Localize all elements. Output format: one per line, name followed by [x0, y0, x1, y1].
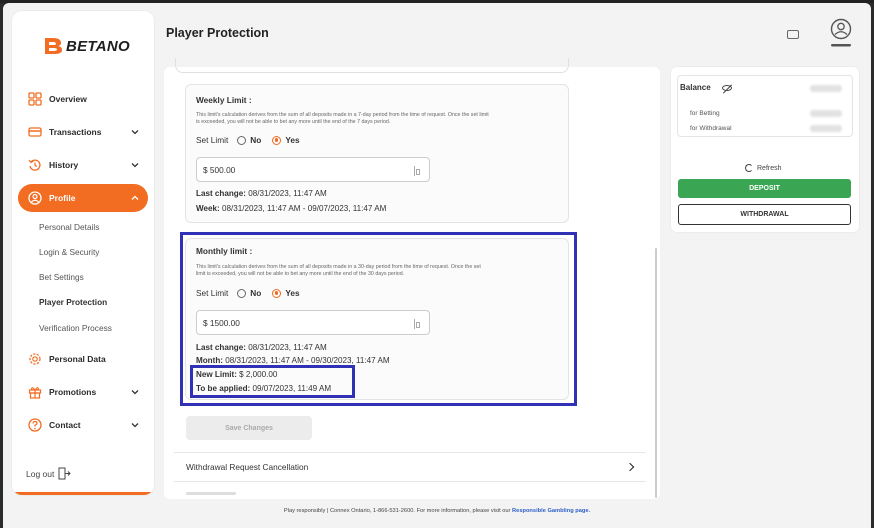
refresh-button[interactable]: Refresh [745, 164, 782, 172]
sidebar-item-contact[interactable]: Contact [18, 411, 148, 439]
footer-text: Play responsibly | Connex Ontario, 1-866… [283, 508, 513, 514]
for-withdrawal-label: for Withdrawal [690, 125, 732, 132]
label: Week: [196, 204, 220, 213]
weekly-desc-line: This limit's calculation derives from th… [196, 112, 489, 118]
sidebar-item-label: Profile [49, 193, 76, 203]
chevron-right-icon [625, 462, 635, 472]
main-scrollbar[interactable] [655, 248, 657, 498]
amount-stepper-icon[interactable] [414, 166, 420, 176]
for-betting-label: for Betting [690, 110, 720, 117]
chevron-up-icon [131, 195, 139, 200]
weekly-limit-input[interactable]: $ 500.00 [196, 157, 430, 182]
previous-card-edge [175, 58, 569, 73]
radio-label: No [250, 135, 262, 145]
footer: Play responsibly | Connex Ontario, 1-866… [0, 508, 874, 514]
weekly-limit-value: $ 500.00 [203, 164, 236, 175]
refresh-label: Refresh [757, 164, 782, 172]
sidebar-sub-bet-settings[interactable]: Bet Settings [39, 272, 84, 282]
next-row-partial [186, 492, 236, 495]
annotation-box-inner [190, 365, 355, 398]
label: Last change: [196, 189, 246, 198]
logout-icon [58, 467, 72, 480]
balance-amount-hidden [810, 85, 842, 92]
set-limit-label: Set Limit [196, 135, 229, 145]
betano-logo-icon [45, 38, 62, 54]
user-circle-icon [28, 191, 42, 205]
weekly-limit-description: This limit's calculation derives from th… [196, 112, 489, 126]
withdrawal-request-cancellation-row[interactable]: Withdrawal Request Cancellation [174, 452, 646, 482]
brand-name: BETANO [66, 37, 131, 55]
mail-icon[interactable] [787, 30, 799, 39]
gift-icon [28, 387, 42, 399]
grid-icon [28, 92, 42, 106]
weekly-limit-title: Weekly Limit : [196, 95, 252, 105]
weekly-period: Week: 08/31/2023, 11:47 AM - 09/07/2023,… [196, 204, 386, 213]
logout-link[interactable]: Log out [26, 467, 72, 480]
chevron-down-icon [131, 390, 139, 395]
sidebar-item-label: Transactions [49, 127, 102, 137]
help-circle-icon [28, 418, 42, 432]
refresh-icon [745, 164, 753, 172]
deposit-button[interactable]: DEPOSIT [678, 179, 851, 198]
sidebar-sub-player-protection[interactable]: Player Protection [39, 297, 107, 307]
logout-label: Log out [26, 468, 55, 479]
sidebar-sub-verification-process[interactable]: Verification Process [39, 323, 112, 333]
sidebar-item-promotions[interactable]: Promotions [18, 378, 148, 406]
save-changes-button[interactable]: Save Changes [186, 416, 312, 440]
sidebar-accent-bar [12, 492, 154, 495]
radio-label: Yes [285, 135, 300, 145]
sidebar-item-label: History [49, 160, 79, 170]
gear-icon [29, 353, 41, 365]
chevron-down-icon [131, 423, 139, 428]
weekly-desc-line: is exceeded, you will not be able to bet… [196, 119, 391, 125]
betting-amount-hidden [810, 110, 842, 117]
sidebar-item-label: Promotions [49, 387, 97, 397]
sidebar-sub-personal-details[interactable]: Personal Details [39, 222, 99, 232]
page-title: Player Protection [166, 26, 269, 40]
balance-title: Balance [680, 83, 711, 92]
sidebar-item-overview[interactable]: Overview [18, 85, 148, 113]
row-label: Withdrawal Request Cancellation [186, 462, 309, 472]
history-icon [28, 159, 41, 171]
sidebar-item-history[interactable]: History [18, 151, 148, 179]
betano-logo[interactable]: BETANO [42, 36, 130, 56]
sidebar-item-label: Personal Data [49, 354, 106, 364]
weekly-radio-no[interactable]: No [237, 135, 261, 145]
value: 08/31/2023, 11:47 AM - 09/07/2023, 11:47… [221, 204, 387, 213]
sidebar-item-label: Contact [49, 420, 81, 430]
chevron-down-icon [131, 163, 139, 168]
radio-on-icon [272, 135, 282, 145]
withdrawal-button[interactable]: WITHDRAWAL [678, 204, 851, 225]
eye-off-icon[interactable] [722, 85, 732, 91]
responsible-gambling-link[interactable]: Responsible Gambling page. [512, 508, 590, 514]
weekly-last-change: Last change: 08/31/2023, 11:47 AM [196, 189, 327, 198]
sidebar: BETANO Overview Transactions History Pro… [12, 11, 154, 495]
sidebar-item-transactions[interactable]: Transactions [18, 118, 148, 146]
chevron-down-icon [131, 130, 139, 135]
weekly-radio-yes[interactable]: Yes [272, 135, 300, 145]
radio-off-icon [237, 135, 247, 145]
sidebar-item-personal-data[interactable]: Personal Data [18, 345, 148, 373]
weekly-set-limit-row: Set Limit No Yes [196, 135, 311, 145]
value: 08/31/2023, 11:47 AM [248, 189, 327, 198]
sidebar-item-profile[interactable]: Profile [18, 184, 148, 212]
sidebar-item-label: Overview [49, 94, 87, 104]
sidebar-sub-login-security[interactable]: Login & Security [39, 247, 99, 257]
credit-card-icon [28, 127, 42, 137]
withdrawal-amount-hidden [810, 125, 842, 132]
user-account-icon[interactable] [830, 18, 852, 48]
